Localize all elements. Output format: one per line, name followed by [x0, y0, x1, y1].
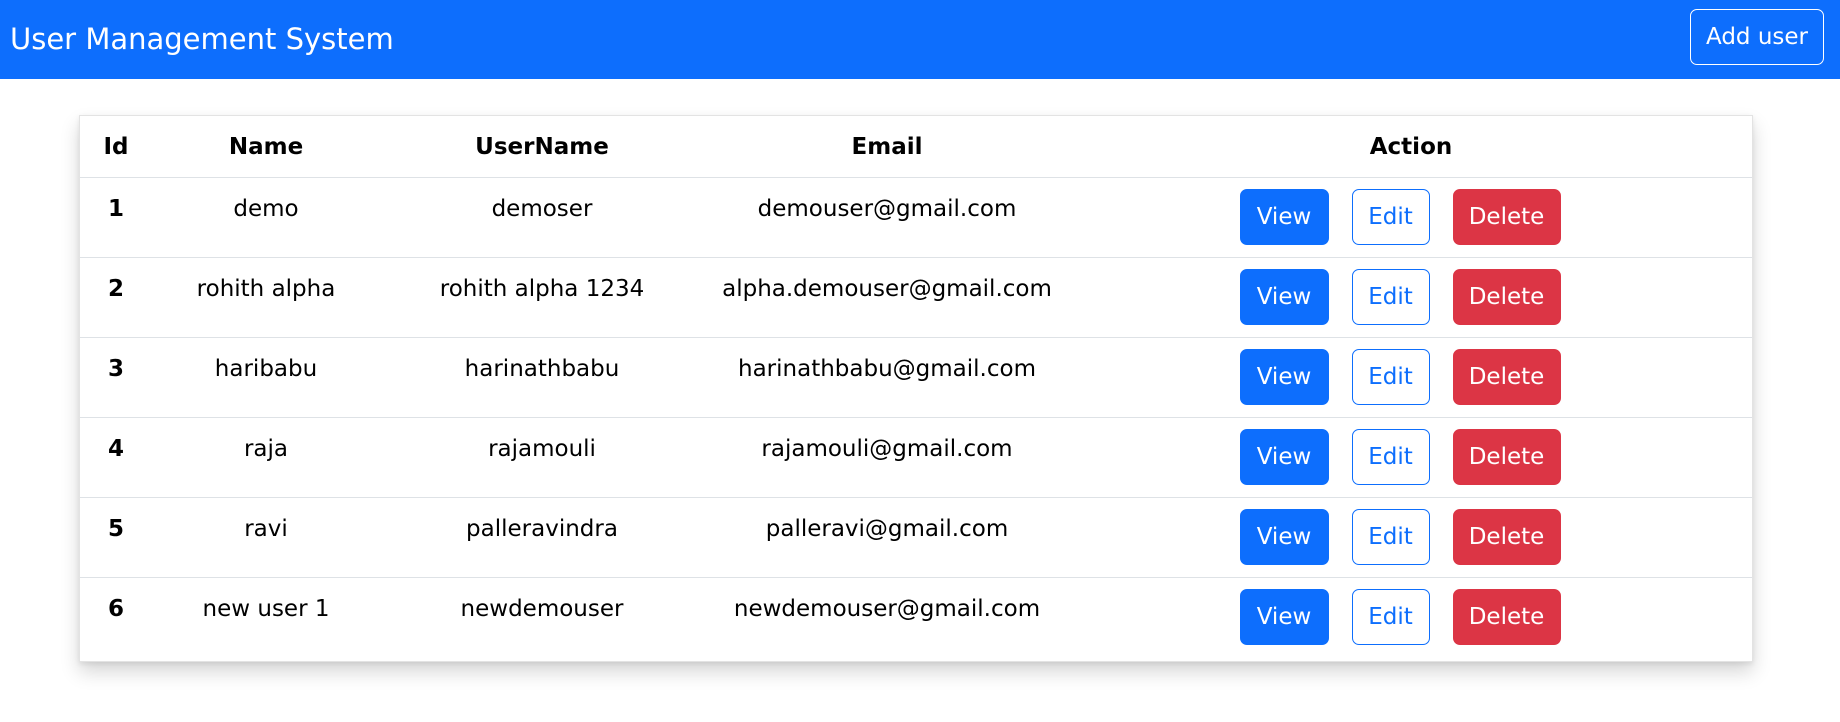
view-button[interactable]: View: [1239, 269, 1329, 325]
delete-button[interactable]: Delete: [1452, 349, 1561, 405]
user-id-cell: 1: [80, 177, 152, 258]
user-username-cell: palleravindra: [380, 497, 704, 578]
user-name-cell: raja: [152, 417, 380, 498]
edit-button[interactable]: Edit: [1351, 589, 1430, 645]
user-actions-cell: View Edit Delete: [1070, 497, 1752, 578]
edit-button[interactable]: Edit: [1351, 189, 1430, 245]
app-title[interactable]: User Management System: [10, 0, 394, 79]
user-username-cell: rohith alpha 1234: [380, 257, 704, 338]
action-button-group: View Edit Delete: [1239, 509, 1561, 565]
user-actions-cell: View Edit Delete: [1070, 177, 1752, 258]
action-button-group: View Edit Delete: [1239, 269, 1561, 325]
column-header-id: Id: [80, 116, 152, 178]
user-email-cell: alpha.demouser@gmail.com: [704, 257, 1070, 338]
table-header-row: Id Name UserName Email Action: [80, 116, 1752, 178]
edit-button[interactable]: Edit: [1351, 269, 1430, 325]
user-id-cell: 6: [107, 596, 124, 622]
users-table: Id Name UserName Email Action 1 demo demos…: [80, 116, 1752, 658]
user-actions-cell: View Edit Delete: [1070, 578, 1752, 658]
user-actions-cell: View Edit Delete: [1070, 257, 1752, 338]
user-id-cell: 5: [80, 497, 152, 578]
top-navbar: User Management System Add user: [0, 0, 1840, 79]
table-body: 1 demo demoser demouser@gmail.com View Edit De…: [80, 177, 1752, 658]
edit-button[interactable]: Edit: [1351, 509, 1430, 565]
view-button[interactable]: View: [1239, 509, 1329, 565]
view-button[interactable]: View: [1239, 189, 1329, 245]
user-id-cell: 3: [80, 337, 152, 418]
user-actions-cell: View Edit Delete: [1070, 417, 1752, 498]
user-email-cell: newdemouser@gmail.com: [733, 596, 1041, 622]
users-table-card: Id Name UserName Email Action 1 demo demos…: [79, 115, 1753, 662]
view-button[interactable]: View: [1239, 349, 1329, 405]
table-row: 4 raja rajamouli rajamouli@gmail.com View Edi…: [80, 417, 1752, 498]
add-user-button[interactable]: Add user: [1690, 9, 1824, 65]
action-button-group: View Edit Delete: [1239, 429, 1561, 485]
delete-button[interactable]: Delete: [1452, 429, 1561, 485]
user-username-cell: newdemouser: [460, 596, 624, 622]
view-button[interactable]: View: [1239, 589, 1329, 645]
user-name-cell: haribabu: [152, 337, 380, 418]
user-username-cell: harinathbabu: [380, 337, 704, 418]
table-row: 2 rohith alpha rohith alpha 1234 alpha.demo…: [80, 257, 1752, 338]
action-button-group: View Edit Delete: [1239, 189, 1561, 245]
user-name-cell: demo: [152, 177, 380, 258]
view-button[interactable]: View: [1239, 429, 1329, 485]
table-row: 6 new user 1 newdemouser newdemouser@gmail.…: [80, 578, 1752, 658]
action-button-group: View Edit Delete: [1239, 589, 1561, 645]
column-header-name: Name: [152, 116, 380, 178]
column-header-action: Action: [1070, 116, 1752, 178]
user-name-cell: ravi: [152, 497, 380, 578]
table-row: 5 ravi palleravindra palleravi@gmail.com Vie…: [80, 497, 1752, 578]
table-row: 1 demo demoser demouser@gmail.com View Edit De…: [80, 177, 1752, 258]
column-header-email: Email: [704, 116, 1070, 178]
user-username-cell: demoser: [380, 177, 704, 258]
delete-button[interactable]: Delete: [1452, 589, 1561, 645]
user-actions-cell: View Edit Delete: [1070, 337, 1752, 418]
user-email-cell: demouser@gmail.com: [704, 177, 1070, 258]
user-email-cell: palleravi@gmail.com: [704, 497, 1070, 578]
delete-button[interactable]: Delete: [1452, 189, 1561, 245]
edit-button[interactable]: Edit: [1351, 429, 1430, 485]
user-name-cell: rohith alpha: [152, 257, 380, 338]
delete-button[interactable]: Delete: [1452, 509, 1561, 565]
user-id-cell: 4: [80, 417, 152, 498]
user-email-cell: rajamouli@gmail.com: [704, 417, 1070, 498]
action-button-group: View Edit Delete: [1239, 349, 1561, 405]
table-row: 3 haribabu harinathbabu harinathbabu@gmail.…: [80, 337, 1752, 418]
edit-button[interactable]: Edit: [1351, 349, 1430, 405]
user-email-cell: harinathbabu@gmail.com: [704, 337, 1070, 418]
delete-button[interactable]: Delete: [1452, 269, 1561, 325]
user-name-cell: new user 1: [202, 596, 330, 622]
column-header-username: UserName: [380, 116, 704, 178]
user-username-cell: rajamouli: [380, 417, 704, 498]
user-id-cell: 2: [80, 257, 152, 338]
